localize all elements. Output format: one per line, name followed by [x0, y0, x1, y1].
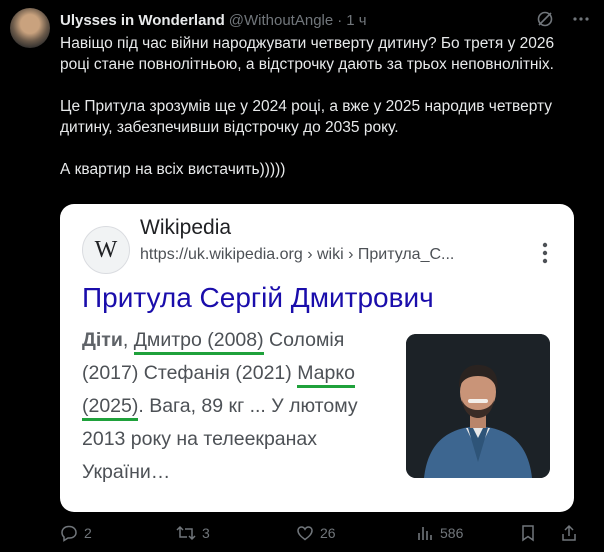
attached-image-card[interactable]: W Wikipedia https://uk.wikipedia.org › w…	[60, 204, 574, 512]
repost-count: 3	[202, 525, 210, 541]
tweet-paragraph: А квартир на всіх вистачить)))))	[60, 161, 286, 178]
result-snippet: Діти, Дмитро (2008) Соломія (2017) Стефа…	[82, 324, 382, 489]
result-title: Притула Сергій Дмитрович	[82, 282, 434, 313]
bookmark-icon	[522, 525, 534, 542]
tweet-paragraph: Навіщо під час війни народжувати четверт…	[60, 35, 559, 73]
like-count: 26	[320, 525, 336, 541]
reply-icon	[61, 525, 77, 542]
share-icon	[562, 524, 576, 541]
author-name[interactable]: Ulysses in Wonderland	[60, 12, 225, 29]
views-button[interactable]: 586	[416, 524, 463, 542]
site-name: Wikipedia	[140, 216, 232, 239]
reply-count: 2	[84, 525, 92, 541]
site-url: https://uk.wikipedia.org › wiki › Притул…	[140, 246, 455, 263]
author-handle[interactable]: @WithoutAngle	[229, 12, 333, 29]
repost-button[interactable]: 3	[176, 524, 210, 542]
avatar[interactable]	[10, 8, 50, 48]
like-button[interactable]: 26	[296, 524, 336, 542]
tweet-text: Навіщо під час війни народжувати четверт…	[60, 33, 560, 180]
analytics-icon	[418, 527, 432, 540]
separator: ·	[337, 11, 343, 29]
grok-icon[interactable]	[536, 10, 554, 28]
repost-icon	[176, 525, 196, 541]
more-options-icon[interactable]	[572, 10, 590, 28]
tweet-header: Ulysses in Wonderland @WithoutAngle · 1 …	[60, 10, 590, 30]
person-photo	[406, 334, 550, 478]
snippet-label: Діти	[82, 329, 123, 351]
header-icons	[536, 10, 590, 28]
reply-button[interactable]: 2	[60, 524, 92, 542]
kebab-menu-icon	[542, 242, 548, 264]
timestamp[interactable]: 1 ч	[346, 12, 366, 29]
snippet-comma: ,	[122, 329, 129, 351]
views-count: 586	[440, 525, 464, 541]
wikipedia-logo-icon: W	[82, 226, 130, 274]
heart-icon	[297, 526, 313, 541]
tweet-actions: 2 3 26 586	[60, 524, 580, 548]
highlighted-child-1: Дмитро (2008)	[133, 329, 264, 355]
tweet-paragraph: Це Притула зрозумів ще у 2024 році, а вж…	[60, 98, 557, 136]
share-button[interactable]	[560, 524, 578, 542]
bookmark-button[interactable]	[520, 524, 536, 542]
